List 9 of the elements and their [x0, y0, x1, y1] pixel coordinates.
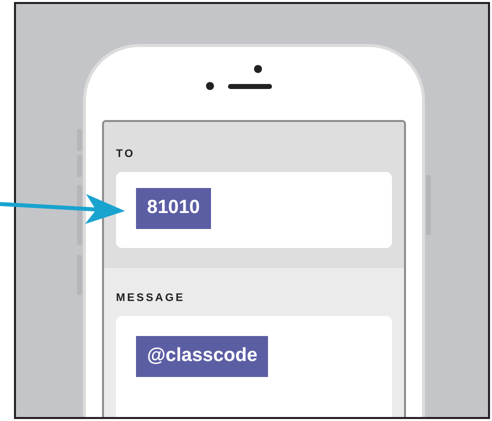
sensor-icon	[254, 65, 262, 73]
message-field[interactable]: @classcode	[116, 316, 392, 417]
to-label: TO	[116, 148, 136, 160]
recipient-number: 81010	[136, 188, 211, 229]
message-label: MESSAGE	[116, 292, 186, 304]
recipient-field[interactable]: 81010	[116, 172, 392, 248]
message-text: @classcode	[136, 336, 268, 377]
speaker-icon	[228, 84, 272, 88]
camera-icon	[206, 82, 214, 90]
